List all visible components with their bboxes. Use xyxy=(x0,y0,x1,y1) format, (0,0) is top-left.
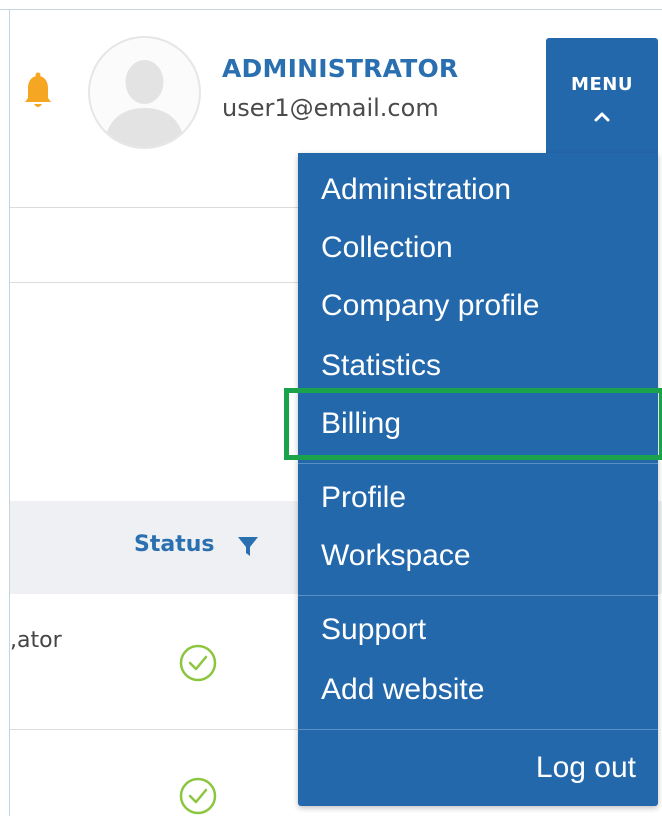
menu-item-billing[interactable]: Billing xyxy=(321,407,401,441)
menu-separator xyxy=(298,729,658,730)
menu-item-profile[interactable]: Profile xyxy=(321,481,406,515)
frame-top-border xyxy=(0,0,662,10)
row-divider xyxy=(10,729,298,730)
menu-item-administration[interactable]: Administration xyxy=(321,173,511,207)
frame-left-border xyxy=(0,0,10,816)
menu-item-support[interactable]: Support xyxy=(321,613,426,647)
user-email: user1@email.com xyxy=(222,94,439,122)
status-column-header[interactable]: Status xyxy=(134,532,214,557)
menu-button[interactable]: MENU xyxy=(546,38,658,156)
filter-icon[interactable] xyxy=(236,534,260,558)
logout-button[interactable]: Log out xyxy=(536,751,636,785)
user-silhouette-icon xyxy=(104,60,185,147)
bell-icon[interactable] xyxy=(22,70,54,112)
table-cell-text: ator, xyxy=(10,628,62,653)
menu-item-collection[interactable]: Collection xyxy=(321,231,453,265)
menu-item-workspace[interactable]: Workspace xyxy=(321,539,471,573)
check-circle-icon xyxy=(178,643,218,683)
menu-separator xyxy=(298,595,658,596)
right-edge xyxy=(658,594,662,816)
menu-item-add-website[interactable]: Add website xyxy=(321,673,484,707)
chevron-up-icon xyxy=(592,108,612,122)
user-name: ADMINISTRATOR xyxy=(222,54,459,83)
toolbar-divider xyxy=(10,282,298,283)
menu-item-company-profile[interactable]: Company profile xyxy=(321,289,539,323)
main-menu-dropdown: Administration Collection Company profil… xyxy=(298,153,658,806)
header-divider xyxy=(10,207,298,208)
avatar[interactable] xyxy=(88,36,201,149)
menu-separator xyxy=(298,463,658,464)
menu-button-label: MENU xyxy=(571,74,633,95)
menu-item-statistics[interactable]: Statistics xyxy=(321,349,441,383)
app-viewport: ADMINISTRATOR user1@email.com MENU Statu… xyxy=(0,0,662,816)
check-circle-icon xyxy=(178,776,218,816)
